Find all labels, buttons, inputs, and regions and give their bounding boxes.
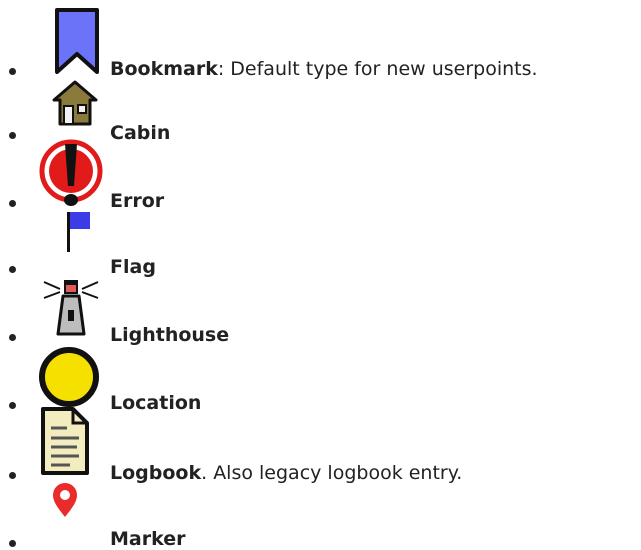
- flag-icon: [63, 210, 95, 254]
- list-item-logbook: Logbook. Also legacy logbook entry.: [0, 404, 641, 484]
- list-item-bookmark: Bookmark: Default type for new userpoint…: [0, 6, 641, 80]
- error-icon: [38, 138, 104, 210]
- cabin-icon: [52, 80, 98, 126]
- lighthouse-icon: [40, 276, 102, 338]
- list-bullet: [9, 540, 16, 547]
- marker-icon: [50, 482, 80, 520]
- list-item-lighthouse: Lighthouse: [0, 270, 641, 346]
- location-icon: [38, 346, 100, 408]
- list-item-cabin: Cabin: [0, 70, 641, 144]
- list-item-flag: Flag: [0, 202, 641, 278]
- item-name: Marker: [110, 528, 186, 550]
- list-item-error: Error: [0, 134, 641, 212]
- list-item-location: Location: [0, 336, 641, 414]
- list-item-marker: Marker: [0, 478, 641, 550]
- bookmark-icon: [55, 8, 99, 74]
- logbook-icon: [40, 406, 90, 476]
